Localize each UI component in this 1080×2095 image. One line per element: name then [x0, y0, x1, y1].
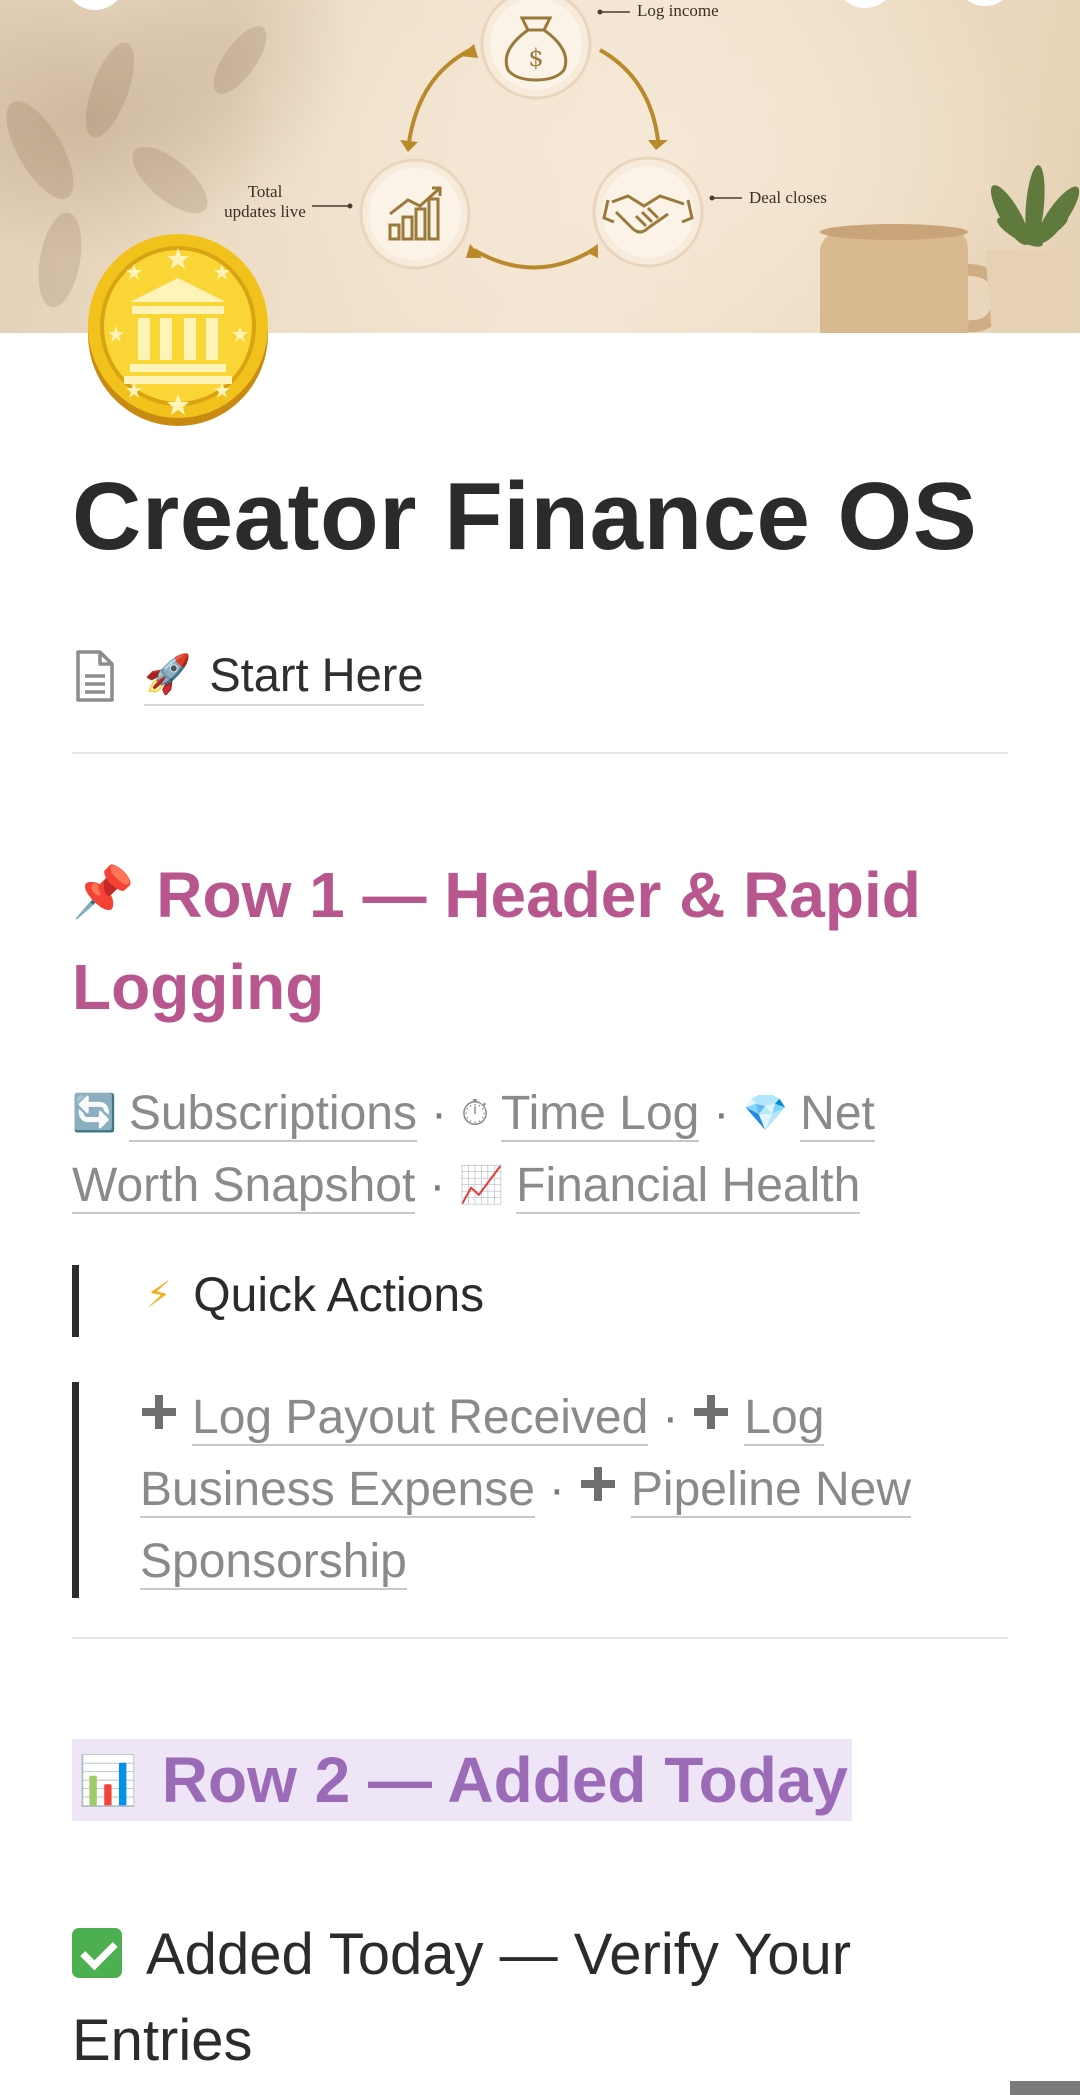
- start-here-label: Start Here: [209, 647, 424, 701]
- quick-actions-list: Log Payout Received · Log Business Expense…: [140, 1382, 980, 1598]
- gem-icon: 💎: [743, 1093, 789, 1134]
- row1-heading-text: Row 1 — Header & Rapid Logging: [72, 859, 921, 1023]
- separator: ·: [430, 1087, 447, 1140]
- lightning-icon: ⚡: [146, 1275, 172, 1316]
- added-today-heading-text: Added Today — Verify Your Entries: [72, 1922, 852, 2073]
- divider: [72, 752, 1008, 754]
- plus-icon: [692, 1393, 730, 1431]
- start-here-page-link[interactable]: 🚀 Start Here: [72, 647, 424, 706]
- bar-chart-icon: 📊: [78, 1752, 138, 1809]
- row1-nav-links: 🔄 Subscriptions · ⏱ Time Log · 💎 Net Worth Snap…: [72, 1078, 1008, 1222]
- svg-text:$: $: [528, 44, 543, 72]
- quote-bar: [72, 1382, 79, 1598]
- separator: ·: [713, 1087, 730, 1140]
- cover-label-total-line2: updates live: [224, 202, 306, 221]
- cover-label-total-updates: Total updates live: [210, 182, 320, 222]
- start-here-link[interactable]: 🚀 Start Here: [144, 647, 424, 706]
- cover-label-deal-closes: Deal closes: [749, 188, 827, 207]
- separator: ·: [662, 1391, 679, 1444]
- document-icon: [76, 650, 114, 702]
- cover-label-total-line1: Total: [247, 182, 283, 201]
- quote-bar: [72, 1265, 79, 1337]
- bank-coin-page-icon[interactable]: [86, 226, 270, 428]
- log-payout-received-button[interactable]: Log Payout Received: [192, 1391, 649, 1446]
- added-today-heading[interactable]: Added Today — Verify Your Entries: [72, 1912, 1008, 2084]
- row1-heading[interactable]: 📌 Row 1 — Header & Rapid Logging: [72, 846, 1008, 1033]
- financial-health-link[interactable]: Financial Health: [516, 1159, 861, 1214]
- quick-actions-title: Quick Actions: [193, 1269, 485, 1322]
- pushpin-icon: 📌: [72, 863, 135, 921]
- plus-icon: [579, 1465, 617, 1503]
- chart-increasing-icon: 📈: [459, 1165, 505, 1206]
- time-log-link[interactable]: Time Log: [501, 1087, 700, 1142]
- rocket-icon: 🚀: [144, 651, 192, 696]
- plus-icon: [140, 1393, 178, 1431]
- scrollbar-thumb[interactable]: [1010, 2081, 1080, 2095]
- separator: ·: [548, 1463, 565, 1516]
- row2-heading[interactable]: 📊 Row 2 — Added Today: [72, 1739, 853, 1821]
- cycle-arrows-icon: 🔄: [72, 1093, 117, 1134]
- quick-actions-heading[interactable]: ⚡ Quick Actions: [146, 1268, 484, 1323]
- row2-heading-text: Row 2 — Added Today: [161, 1744, 849, 1816]
- subscriptions-link[interactable]: Subscriptions: [128, 1087, 417, 1142]
- stopwatch-icon: ⏱: [460, 1093, 490, 1134]
- cover-label-log-income: Log income: [637, 1, 719, 20]
- check-mark-icon: [72, 1928, 122, 1978]
- divider: [72, 1637, 1008, 1639]
- separator: ·: [429, 1159, 446, 1212]
- page-title[interactable]: Creator Finance OS: [72, 462, 977, 572]
